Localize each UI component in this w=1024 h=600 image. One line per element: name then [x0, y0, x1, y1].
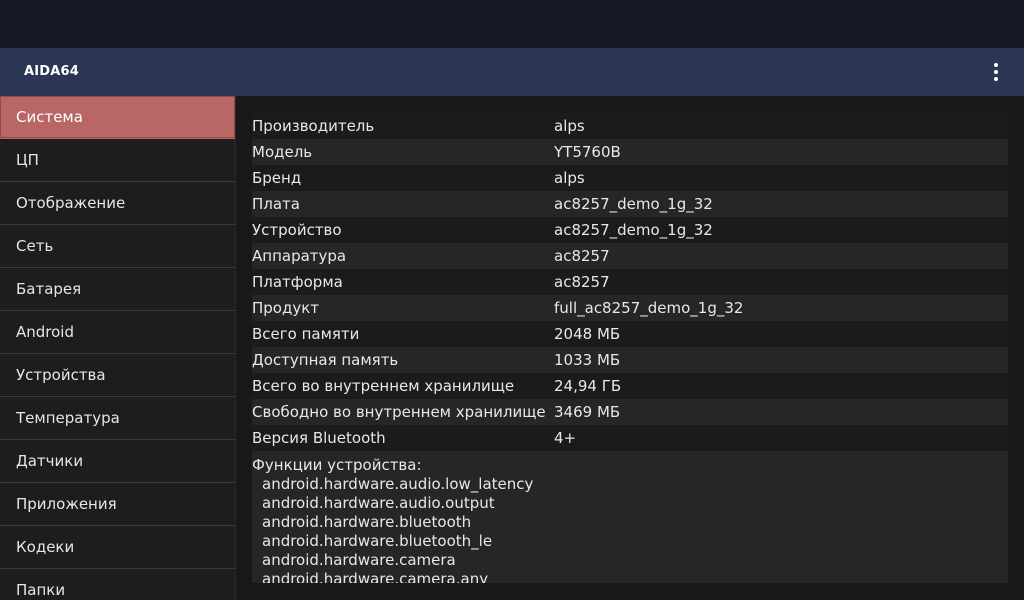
sidebar: Система ЦП Отображение Сеть Батарея Andr…: [0, 96, 236, 600]
table-row: Устройство ac8257_demo_1g_32: [252, 217, 1008, 243]
sidebar-item-devices[interactable]: Устройства: [0, 354, 235, 397]
table-row: Модель YT5760B: [252, 139, 1008, 165]
row-value: 3469 МБ: [554, 403, 621, 421]
sidebar-item-system[interactable]: Система: [0, 96, 235, 139]
app-bar: AIDA64: [0, 48, 1024, 96]
row-key: Доступная память: [252, 351, 399, 369]
row-key: Платформа: [252, 273, 343, 291]
row-value: ac8257: [554, 273, 610, 291]
row-value: alps: [554, 169, 585, 187]
feature-item: android.hardware.audio.low_latency: [262, 475, 534, 493]
overflow-dot: [994, 63, 998, 67]
row-value: 1033 МБ: [554, 351, 621, 369]
sidebar-item-battery[interactable]: Батарея: [0, 268, 235, 311]
row-key: Всего памяти: [252, 325, 360, 343]
feature-item: android.hardware.bluetooth: [262, 513, 472, 531]
row-key: Бренд: [252, 169, 302, 187]
overflow-dot: [994, 77, 998, 81]
table-row: Всего во внутреннем хранилище 24,94 ГБ: [252, 373, 1008, 399]
table-row: Производитель alps: [252, 113, 1008, 139]
feature-item: android.hardware.bluetooth_le: [262, 532, 493, 550]
row-value: YT5760B: [554, 143, 621, 161]
table-row: Платформа ac8257: [252, 269, 1008, 295]
table-row: Бренд alps: [252, 165, 1008, 191]
row-value: 24,94 ГБ: [554, 377, 622, 395]
table-row: Всего памяти 2048 МБ: [252, 321, 1008, 347]
feature-item: android.hardware.camera: [262, 551, 456, 569]
sidebar-item-apps[interactable]: Приложения: [0, 483, 235, 526]
row-value: ac8257_demo_1g_32: [554, 195, 713, 213]
sidebar-item-android[interactable]: Android: [0, 311, 235, 354]
table-row: Версия Bluetooth 4+: [252, 425, 1008, 451]
row-value: full_ac8257_demo_1g_32: [554, 299, 744, 317]
overflow-dot: [994, 70, 998, 74]
sidebar-item-network[interactable]: Сеть: [0, 225, 235, 268]
sidebar-item-cpu[interactable]: ЦП: [0, 139, 235, 182]
row-value: ac8257_demo_1g_32: [554, 221, 713, 239]
row-key: Устройство: [252, 221, 342, 239]
feature-item: android.hardware.audio.output: [262, 494, 495, 512]
row-key: Свободно во внутреннем хранилище: [252, 403, 546, 421]
app-title: AIDA64: [24, 64, 80, 79]
row-key: Плата: [252, 195, 300, 213]
row-value: 2048 МБ: [554, 325, 621, 343]
table-row: Аппаратура ac8257: [252, 243, 1008, 269]
row-key: Версия Bluetooth: [252, 429, 386, 447]
row-key: Модель: [252, 143, 313, 161]
more-vert-icon[interactable]: [984, 60, 1008, 84]
sidebar-item-sensors[interactable]: Датчики: [0, 440, 235, 483]
table-row: Продукт full_ac8257_demo_1g_32: [252, 295, 1008, 321]
sidebar-item-temperature[interactable]: Температура: [0, 397, 235, 440]
row-key: Всего во внутреннем хранилище: [252, 377, 515, 395]
row-value: ac8257: [554, 247, 610, 265]
row-value: 4+: [554, 429, 577, 447]
row-key: Производитель: [252, 117, 375, 135]
system-info-panel: Производитель alps Модель YT5760B Бренд alp…: [236, 96, 1024, 600]
row-key: Продукт: [252, 299, 320, 317]
row-value: alps: [554, 117, 585, 135]
table-row: Доступная память 1033 МБ: [252, 347, 1008, 373]
table-row: Плата ac8257_demo_1g_32: [252, 191, 1008, 217]
features-title: Функции устройства:: [252, 456, 422, 474]
table-row: Свободно во внутреннем хранилище 3469 МБ: [252, 399, 1008, 425]
sidebar-item-display[interactable]: Отображение: [0, 182, 235, 225]
feature-item: android.hardware.camera.any: [262, 570, 489, 583]
sidebar-item-folders[interactable]: Папки: [0, 569, 235, 600]
status-bar: [0, 0, 1024, 48]
info-table: Производитель alps Модель YT5760B Бренд alp…: [252, 113, 1008, 451]
sidebar-item-codecs[interactable]: Кодеки: [0, 526, 235, 569]
device-features-box[interactable]: Функции устройства: android.hardware.aud…: [252, 451, 1008, 583]
row-key: Аппаратура: [252, 247, 347, 265]
